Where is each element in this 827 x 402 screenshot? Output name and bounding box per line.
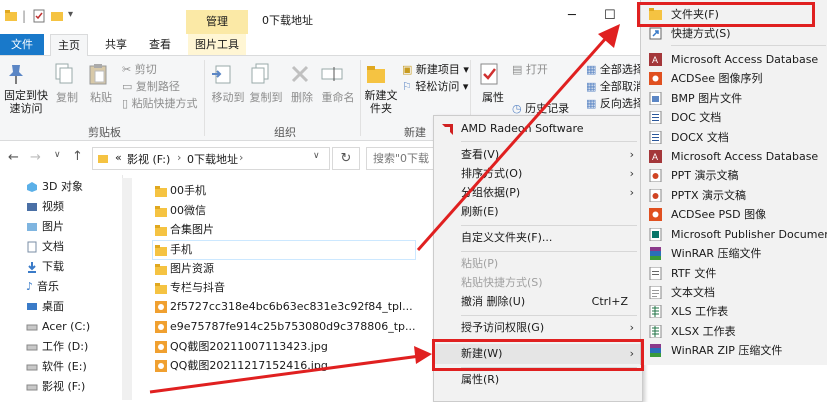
arrow-to-new <box>149 346 432 394</box>
arrow-to-folder <box>416 24 620 251</box>
annotation-arrows <box>149 24 620 394</box>
